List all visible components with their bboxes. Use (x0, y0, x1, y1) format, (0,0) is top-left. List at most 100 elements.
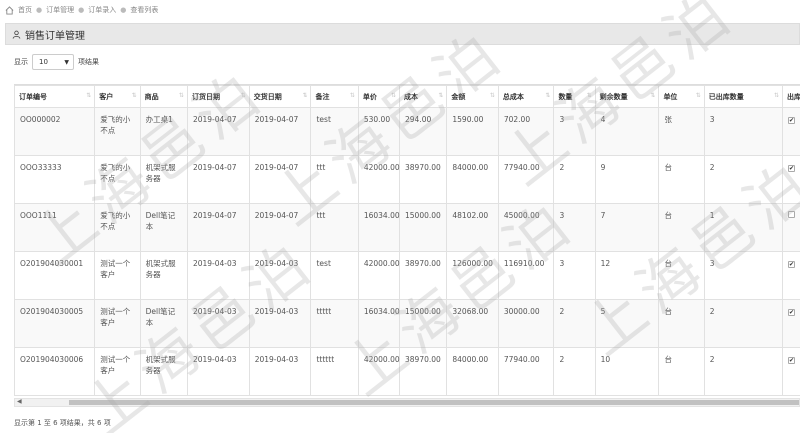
outbound-checkbox[interactable]: ✔ (787, 165, 795, 172)
breadcrumb-separator: ● (78, 6, 85, 14)
orders-table-container: 订单编号 ⇅ 客户 ⇅ 商品 ⇅ 订货日期 ⇅ 交货日期 ⇅ 备注 ⇅ 单价 ⇅ 成本 ⇅ 金额 ⇅ 总成本 ⇅ 数量 ⇅… (14, 84, 800, 396)
table-cell: 38970.00 (399, 155, 448, 204)
column-header[interactable]: 订货日期 ⇅ (186, 85, 250, 108)
breadcrumb: 首页 ● 订单管理 ● 订单录入 ● 查看列表 (0, 0, 800, 20)
outbound-checkbox[interactable]: ✔ (787, 117, 795, 124)
chevron-down-icon: ▼ (64, 58, 69, 66)
outbound-checkbox[interactable]: ✔ (787, 309, 795, 316)
table-cell: ✔ (781, 299, 800, 348)
table-header-row: 订单编号 ⇅ 客户 ⇅ 商品 ⇅ 订货日期 ⇅ 交货日期 ⇅ 备注 ⇅ 单价 ⇅ 成本 ⇅ 金额 ⇅ 总成本 ⇅ 数量 ⇅… (14, 85, 800, 108)
table-cell: Dell笔记本 (139, 203, 188, 252)
table-cell: ttt (310, 203, 359, 252)
table-cell: test (310, 107, 359, 156)
page-title: 销售订单管理 (25, 30, 85, 42)
table-cell: 5 (594, 299, 660, 348)
column-header-label: 交货日期 (253, 92, 282, 101)
column-header[interactable]: 备注 ⇅ (310, 85, 359, 108)
table-cell: 38970.00 (399, 347, 448, 396)
table-row[interactable]: O201904030005 测试一个客户 Dell笔记本 2019-04-03 2019… (14, 299, 800, 348)
table-row[interactable]: O201904030006 测试一个客户 机架式服务器 2019-04-03 2019-… (14, 347, 800, 396)
table-cell: 2019-04-07 (248, 155, 312, 204)
table-cell: 32068.00 (446, 299, 499, 348)
column-header[interactable]: 客户 ⇅ (94, 85, 141, 108)
breadcrumb-order-management[interactable]: 订单管理 (46, 5, 74, 15)
table-cell: 爱飞的小不点 (94, 107, 141, 156)
table-cell: OO000002 (14, 107, 96, 156)
table-cell: 3 (703, 251, 783, 300)
table-cell: 3 (703, 107, 783, 156)
table-cell: Dell笔记本 (139, 299, 188, 348)
sort-icon: ⇅ (438, 92, 444, 99)
column-header[interactable]: 数量 ⇅ (553, 85, 596, 108)
table-cell: 15000.00 (399, 299, 448, 348)
column-header-label: 客户 (99, 92, 114, 101)
outbound-checkbox[interactable] (787, 211, 795, 218)
table-cell: 办工桌1 (139, 107, 188, 156)
table-cell: ✔ (781, 155, 800, 204)
table-cell: 台 (658, 155, 705, 204)
table-cell: 机架式服务器 (139, 251, 188, 300)
table-row[interactable]: OOO33333 爱飞的小不点 机架式服务器 2019-04-07 2019-04-07… (14, 155, 800, 204)
column-header[interactable]: 交货日期 ⇅ (248, 85, 312, 108)
table-cell: 30000.00 (497, 299, 555, 348)
outbound-checkbox[interactable]: ✔ (787, 261, 795, 268)
user-icon (12, 30, 21, 39)
table-cell: 机架式服务器 (139, 155, 188, 204)
table-cell: ✔ (781, 347, 800, 396)
column-header[interactable]: 已出库数量 ⇅ (703, 85, 783, 108)
scrollbar-thumb[interactable] (69, 400, 799, 405)
sort-icon: ⇅ (650, 92, 656, 99)
column-header-label: 剩余数量 (599, 92, 628, 101)
column-header[interactable]: 剩余数量 ⇅ (594, 85, 660, 108)
table-cell: 3 (553, 107, 596, 156)
table-cell (781, 203, 800, 252)
page-length-control: 显示 10 ▼ 项结果 (14, 54, 99, 70)
scroll-left-icon[interactable]: ◀ (17, 398, 22, 405)
breadcrumb-home[interactable]: 首页 (18, 5, 32, 15)
table-row[interactable]: OOO1111 爱飞的小不点 Dell笔记本 2019-04-07 2019-04-07… (14, 203, 800, 252)
sort-icon: ⇅ (86, 92, 92, 99)
table-cell: 2019-04-07 (186, 155, 250, 204)
page-length-select[interactable]: 10 ▼ (32, 54, 74, 70)
column-header[interactable]: 总成本 ⇅ (497, 85, 555, 108)
column-header[interactable]: 出库 (781, 85, 800, 108)
table-cell: 42000.00 (357, 347, 401, 396)
column-header-label: 出库 (786, 92, 800, 101)
table-info: 显示第 1 至 6 项结果，共 6 项 (14, 419, 111, 427)
breadcrumb-order-entry[interactable]: 订单录入 (88, 5, 116, 15)
table-cell: 台 (658, 347, 705, 396)
table-cell: 台 (658, 299, 705, 348)
table-cell: 38970.00 (399, 251, 448, 300)
table-cell: 294.00 (399, 107, 448, 156)
table-cell: 台 (658, 203, 705, 252)
column-header[interactable]: 成本 ⇅ (399, 85, 448, 108)
table-row[interactable]: OO000002 爱飞的小不点 办工桌1 2019-04-07 2019-04-07 te… (14, 107, 800, 156)
column-header[interactable]: 商品 ⇅ (139, 85, 188, 108)
column-header-label: 订货日期 (191, 92, 220, 101)
table-cell: 测试一个客户 (94, 251, 141, 300)
table-cell: O201904030001 (14, 251, 96, 300)
column-header-label: 金额 (451, 92, 466, 101)
table-cell: 15000.00 (399, 203, 448, 252)
table-cell: O201904030006 (14, 347, 96, 396)
breadcrumb-current: 查看列表 (130, 6, 159, 14)
table-cell: 测试一个客户 (94, 347, 141, 396)
table-cell: 2 (703, 347, 783, 396)
horizontal-scrollbar[interactable]: ◀ (14, 398, 800, 407)
column-header[interactable]: 订单编号 ⇅ (14, 85, 96, 108)
outbound-checkbox[interactable]: ✔ (787, 357, 795, 364)
column-header-label: 已出库数量 (708, 92, 744, 101)
column-header-label: 单价 (362, 92, 377, 101)
table-cell: 48102.00 (446, 203, 499, 252)
column-header[interactable]: 单价 ⇅ (357, 85, 401, 108)
table-cell: 126000.00 (446, 251, 499, 300)
table-row[interactable]: O201904030001 测试一个客户 机架式服务器 2019-04-03 2019-… (14, 251, 800, 300)
home-icon[interactable] (5, 5, 14, 15)
sort-icon: ⇅ (302, 92, 308, 99)
table-cell: 2019-04-07 (186, 203, 250, 252)
table-cell: ✔ (781, 107, 800, 156)
table-cell: 2 (703, 299, 783, 348)
column-header[interactable]: 金额 ⇅ (446, 85, 499, 108)
column-header-label: 订单编号 (19, 92, 47, 101)
column-header[interactable]: 单位 ⇅ (658, 85, 705, 108)
